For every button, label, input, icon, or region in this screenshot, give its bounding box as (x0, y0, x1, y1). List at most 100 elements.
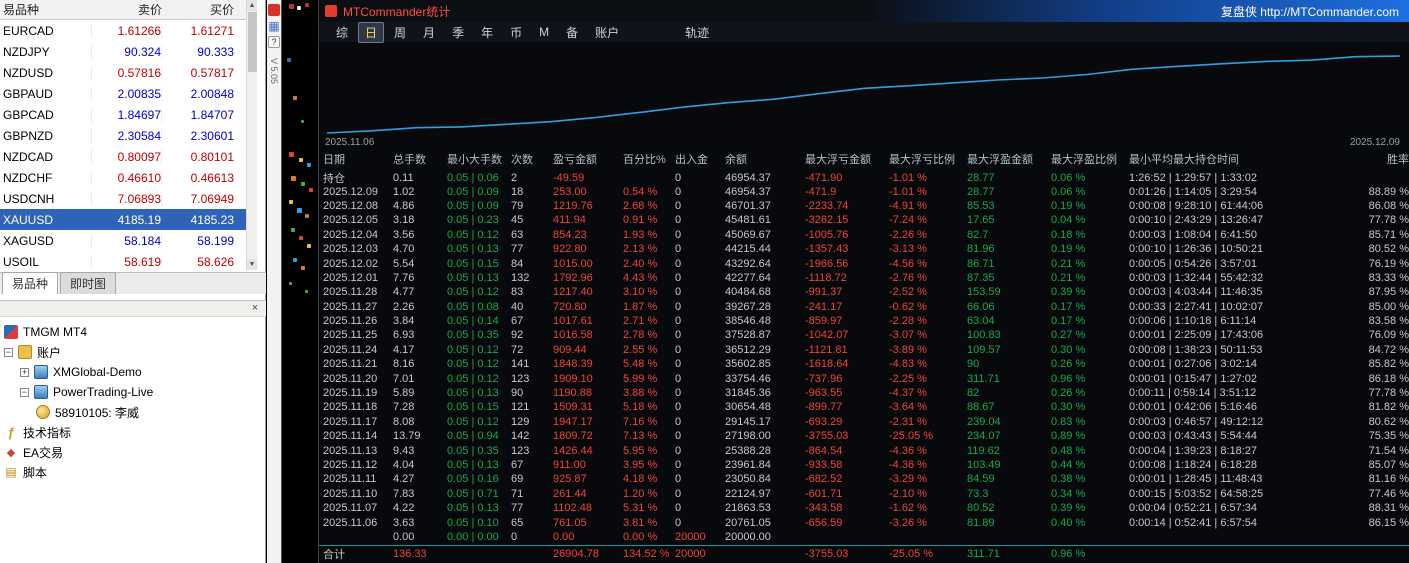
cell: 0.30 % (1051, 343, 1086, 356)
cell: -471.9 (805, 185, 837, 198)
menu-item-日[interactable]: 日 (358, 21, 385, 43)
navigator-item-label: PowerTrading-Live (53, 385, 154, 399)
cell: 25388.28 (725, 444, 771, 457)
cell: 0 (675, 214, 682, 227)
cell: -991.37 (805, 286, 843, 299)
equity-chart: 2025.11.06 2025.12.09 (321, 44, 1408, 150)
ask-price: 58.199 (197, 233, 234, 248)
brand-link[interactable]: 复盘侠 http://MTCommander.com (1221, 3, 1409, 20)
stats-row: 2025.11.14 13.79 0.05 | 0.94 142 1809.72 7.13… (319, 429, 1409, 443)
bid-column-header: 卖价 (137, 3, 162, 17)
cell: 84.59 (967, 473, 995, 486)
chart-object-speck (287, 58, 291, 62)
market-watch-row[interactable]: NZDCAD 0.80097 0.80101 (0, 146, 246, 167)
menu-item-轨迹[interactable]: 轨迹 (679, 23, 715, 42)
bid-price: 90.324 (92, 44, 162, 59)
market-watch-row[interactable]: XAUUSD 4185.19 4185.23 (0, 209, 246, 230)
market-watch-row[interactable]: NZDCHF 0.46610 0.46613 (0, 167, 246, 188)
cell: 4.86 (393, 199, 415, 212)
menu-item-季[interactable]: 季 (445, 22, 471, 43)
scroll-down-arrow-icon[interactable]: ▼ (247, 259, 257, 270)
stats-titlebar[interactable]: MTCommander统计 复盘侠 http://MTCommander.com (319, 0, 1409, 22)
tree-expander-icon[interactable]: − (20, 387, 29, 397)
market-watch-row[interactable]: GBPNZD 2.30584 2.30601 (0, 125, 246, 146)
symbol-name: XAGUSD (0, 233, 92, 248)
cell: 0.05 | 0.09 (447, 185, 499, 198)
cell: 2025.11.14 (323, 430, 378, 443)
chart-object-speck (289, 4, 294, 9)
market-watch-row[interactable]: USDCNH 7.06893 7.06949 (0, 188, 246, 209)
cell: -2233.74 (805, 199, 849, 212)
close-icon[interactable]: × (248, 302, 262, 316)
tab-易品种[interactable]: 易品种 (2, 272, 59, 294)
market-watch-row[interactable]: XAGUSD 58.184 58.199 (0, 230, 246, 251)
cell: 234.07 (967, 430, 1001, 443)
cell: 0.05 | 0.13 (447, 271, 499, 284)
cell: 84.72 % (1368, 343, 1409, 356)
market-watch-row[interactable]: GBPCAD 1.84697 1.84707 (0, 104, 246, 125)
navigator-item[interactable]: + XMGlobal-Demo (0, 362, 266, 382)
cell: 922.80 (553, 243, 587, 256)
cell: 86.08 % (1368, 199, 1409, 212)
column-header: 出入金 (675, 154, 708, 166)
bid-price: 0.57816 (92, 65, 162, 80)
cell: 2 (511, 172, 518, 184)
cell: 0.00 (553, 530, 575, 543)
navigator-item[interactable]: − 账户 (0, 342, 266, 362)
chart-object-speck (301, 120, 304, 123)
cell: 1016.58 (553, 329, 593, 342)
market-watch-row[interactable]: NZDJPY 90.324 90.333 (0, 41, 246, 62)
app-window: 易品种 卖价 买价 EURCAD 1.61266 1.61271 NZDJPY 90.3… (0, 0, 1409, 563)
tab-即时图[interactable]: 即时图 (60, 272, 117, 294)
market-watch-row[interactable]: GBPAUD 2.00835 2.00848 (0, 83, 246, 104)
cell: 123 (511, 444, 530, 457)
cell: 119.62 (967, 444, 1000, 457)
symbol-name: EURCAD (0, 23, 92, 38)
cell: 0 (675, 473, 682, 486)
cell: 83.58 % (1368, 315, 1409, 328)
menu-item-年[interactable]: 年 (474, 22, 500, 43)
menu-item-币[interactable]: 币 (503, 22, 529, 43)
cell: 4.18 % (623, 473, 658, 486)
cell: -3755.03 (805, 548, 849, 560)
navigator-item[interactable]: − PowerTrading-Live (0, 382, 266, 402)
cell: -25.05 % (889, 548, 934, 560)
cell: 82 (967, 387, 980, 400)
tree-expander-icon[interactable]: + (20, 367, 29, 377)
cell: -656.59 (805, 516, 843, 529)
cell: 0 (675, 257, 682, 270)
ask-price: 2.00848 (190, 86, 234, 101)
cell: 1.93 % (623, 228, 658, 241)
navigator-item[interactable]: EA交易 (0, 442, 266, 462)
cell: 88.89 % (1368, 185, 1409, 198)
navigator-item[interactable]: TMGM MT4 (0, 322, 266, 342)
market-watch-row[interactable]: EURCAD 1.61266 1.61271 (0, 20, 246, 41)
menu-item-月[interactable]: 月 (416, 22, 442, 43)
navigator-item[interactable]: 58910105: 李威 (0, 402, 266, 422)
scrollbar-thumb[interactable] (248, 12, 257, 72)
cell: -1966.56 (805, 257, 849, 270)
cell: 2025.11.21 (323, 358, 378, 371)
mtc-logo-icon[interactable] (268, 4, 280, 16)
help-icon[interactable]: ? (268, 36, 280, 48)
menu-item-周[interactable]: 周 (387, 22, 413, 43)
grid-icon[interactable]: ▦ (268, 19, 280, 33)
menu-item-账户[interactable]: 账户 (588, 22, 626, 43)
market-watch-scrollbar[interactable]: ▲ ▼ (246, 0, 257, 270)
symbol-name: NZDCAD (0, 149, 92, 164)
menu-item-M[interactable]: M (532, 23, 556, 41)
cell: 87.95 % (1368, 286, 1409, 299)
menu-item-综[interactable]: 综 (329, 22, 355, 43)
scroll-up-arrow-icon[interactable]: ▲ (247, 0, 257, 11)
cell: 6.93 (393, 329, 415, 342)
stats-row: 2025.12.09 1.02 0.05 | 0.09 18 253.00 0.54 % 0… (319, 184, 1409, 198)
stats-row: 2025.11.18 7.28 0.05 | 0.15 121 1509.31 5.18 … (319, 400, 1409, 414)
menu-item-备[interactable]: 备 (559, 22, 585, 43)
navigator-item[interactable]: 脚本 (0, 462, 266, 482)
ask-price: 58.626 (197, 254, 234, 269)
ask-price: 4185.23 (190, 212, 234, 227)
market-watch-row[interactable]: NZDUSD 0.57816 0.57817 (0, 62, 246, 83)
tree-expander-icon[interactable]: − (4, 347, 13, 357)
navigator-item[interactable]: 技术指标 (0, 422, 266, 442)
market-watch-row[interactable]: USOIL 58.619 58.626 (0, 251, 246, 272)
